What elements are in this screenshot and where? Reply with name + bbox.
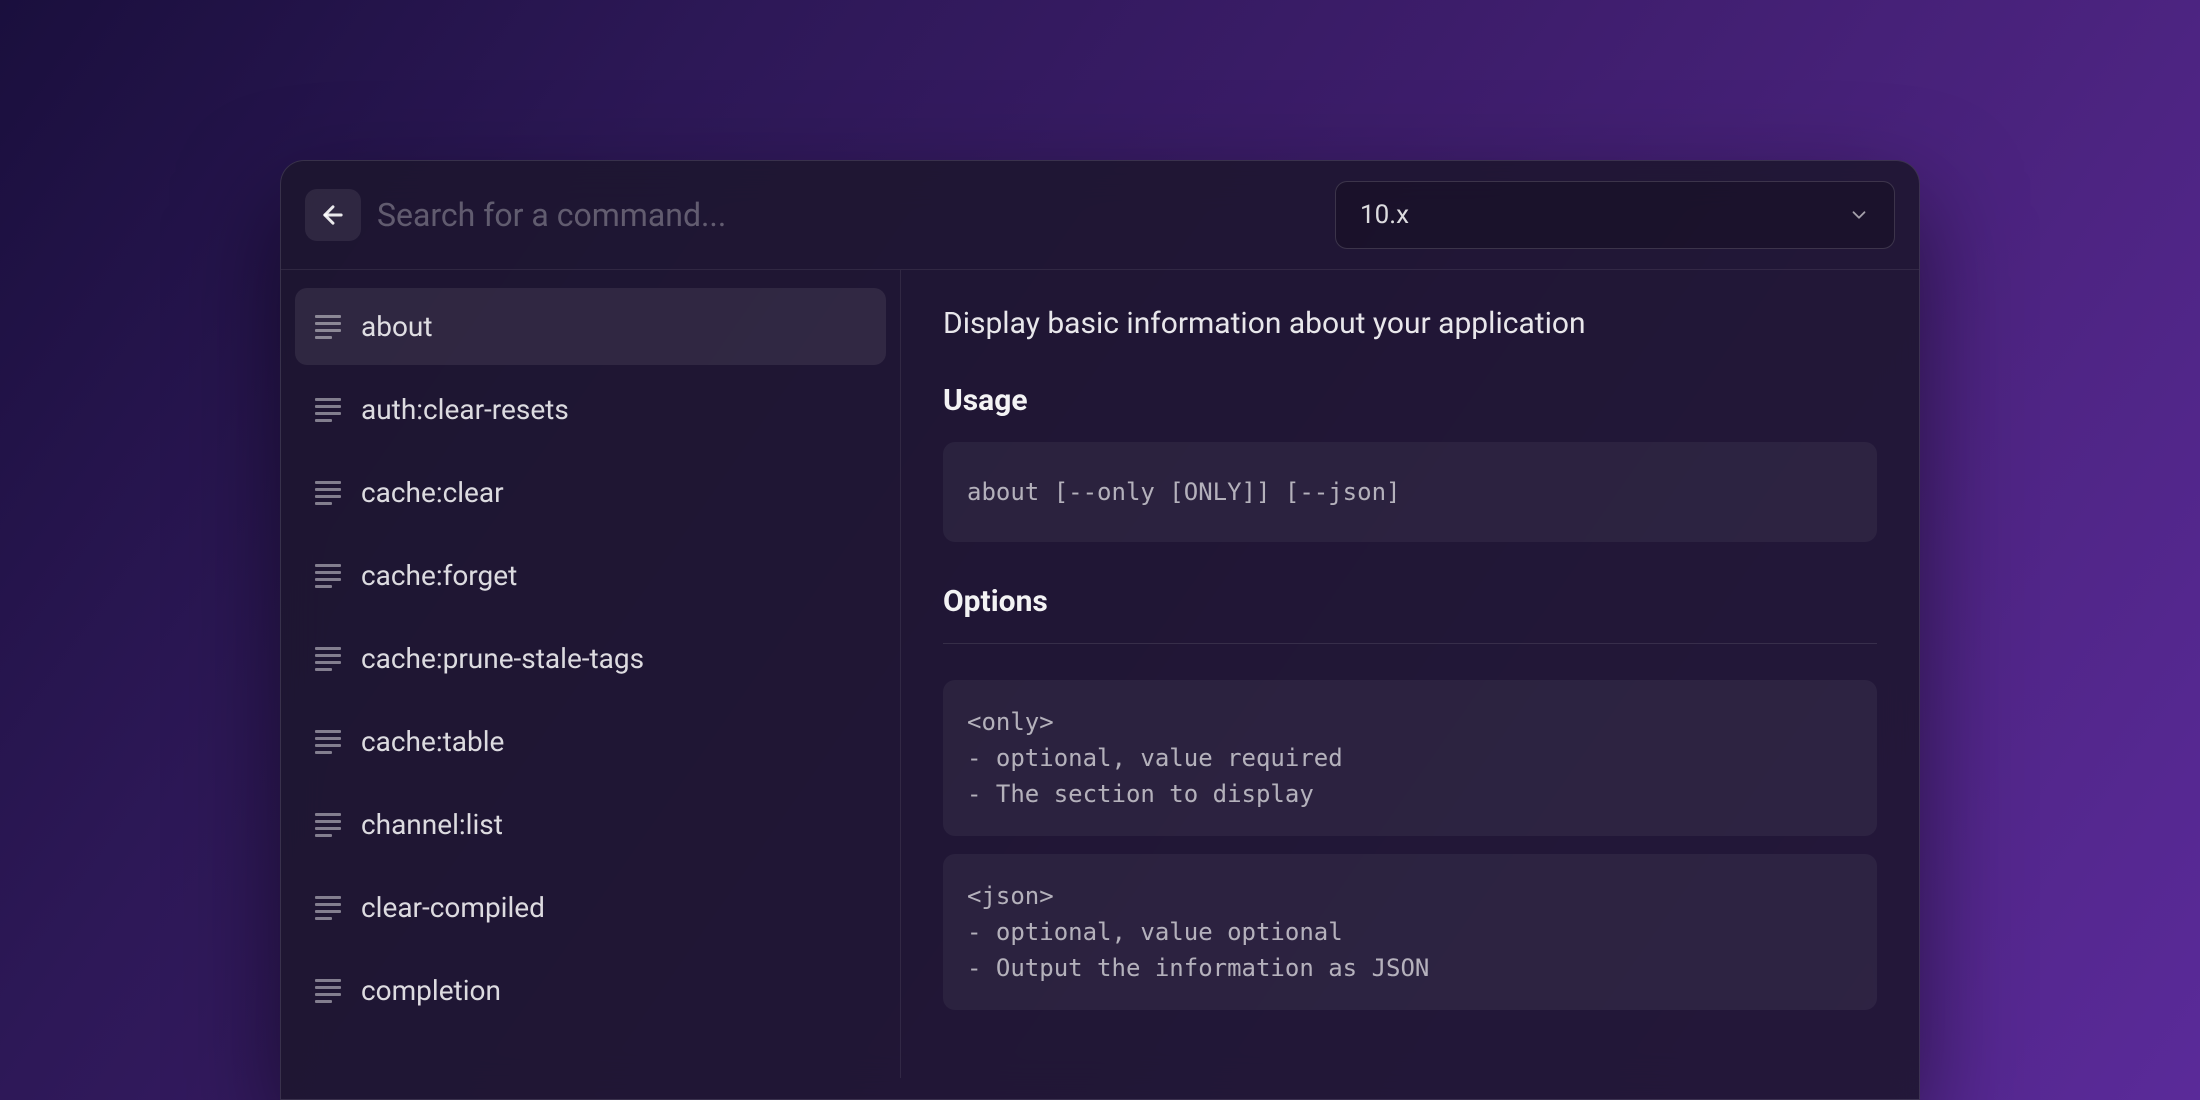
list-lines-icon — [315, 481, 341, 505]
usage-code-block: about [--only [ONLY]] [--json] — [943, 442, 1877, 542]
option-block: <json> - optional, value optional - Outp… — [943, 854, 1877, 1010]
version-selected-value: 10.x — [1360, 200, 1409, 230]
list-lines-icon — [315, 979, 341, 1003]
sidebar-item-command[interactable]: cache:prune-stale-tags — [295, 620, 886, 697]
sidebar-item-label: channel:list — [361, 808, 503, 841]
list-lines-icon — [315, 813, 341, 837]
list-lines-icon — [315, 730, 341, 754]
sidebar-item-label: cache:forget — [361, 559, 517, 592]
sidebar-item-label: about — [361, 310, 433, 343]
sidebar-item-label: cache:prune-stale-tags — [361, 642, 644, 675]
sidebar-item-command[interactable]: cache:clear — [295, 454, 886, 531]
sidebar-item-command[interactable]: channel:list — [295, 786, 886, 863]
command-description: Display basic information about your app… — [943, 306, 1877, 341]
header-bar: 10.x — [281, 161, 1919, 270]
sidebar-item-label: cache:clear — [361, 476, 504, 509]
options-heading: Options — [943, 584, 1877, 619]
list-lines-icon — [315, 315, 341, 339]
content-area: about auth:clear-resets cache:clear cache:f… — [281, 270, 1919, 1078]
sidebar-item-label: cache:table — [361, 725, 504, 758]
sidebar-item-label: clear-compiled — [361, 891, 545, 924]
usage-heading: Usage — [943, 383, 1877, 418]
options-divider — [943, 643, 1877, 644]
version-select[interactable]: 10.x — [1335, 181, 1895, 249]
sidebar-item-command[interactable]: about — [295, 288, 886, 365]
sidebar-item-label: completion — [361, 974, 501, 1007]
sidebar-item-command[interactable]: cache:forget — [295, 537, 886, 614]
sidebar-item-command[interactable]: completion — [295, 952, 886, 1029]
option-block: <only> - optional, value required - The … — [943, 680, 1877, 836]
sidebar-item-command[interactable]: cache:table — [295, 703, 886, 780]
chevron-down-icon — [1848, 204, 1870, 226]
list-lines-icon — [315, 896, 341, 920]
list-lines-icon — [315, 647, 341, 671]
sidebar-item-command[interactable]: clear-compiled — [295, 869, 886, 946]
search-input[interactable] — [377, 196, 1319, 234]
command-palette-window: 10.x about auth:clear-resets cache:clear ca… — [280, 160, 1920, 1100]
arrow-left-icon — [319, 201, 347, 229]
back-button[interactable] — [305, 189, 361, 241]
sidebar-item-command[interactable]: auth:clear-resets — [295, 371, 886, 448]
sidebar-item-label: auth:clear-resets — [361, 393, 569, 426]
list-lines-icon — [315, 564, 341, 588]
list-lines-icon — [315, 398, 341, 422]
command-detail-pane: Display basic information about your app… — [901, 270, 1919, 1078]
command-sidebar: about auth:clear-resets cache:clear cache:f… — [281, 270, 901, 1078]
